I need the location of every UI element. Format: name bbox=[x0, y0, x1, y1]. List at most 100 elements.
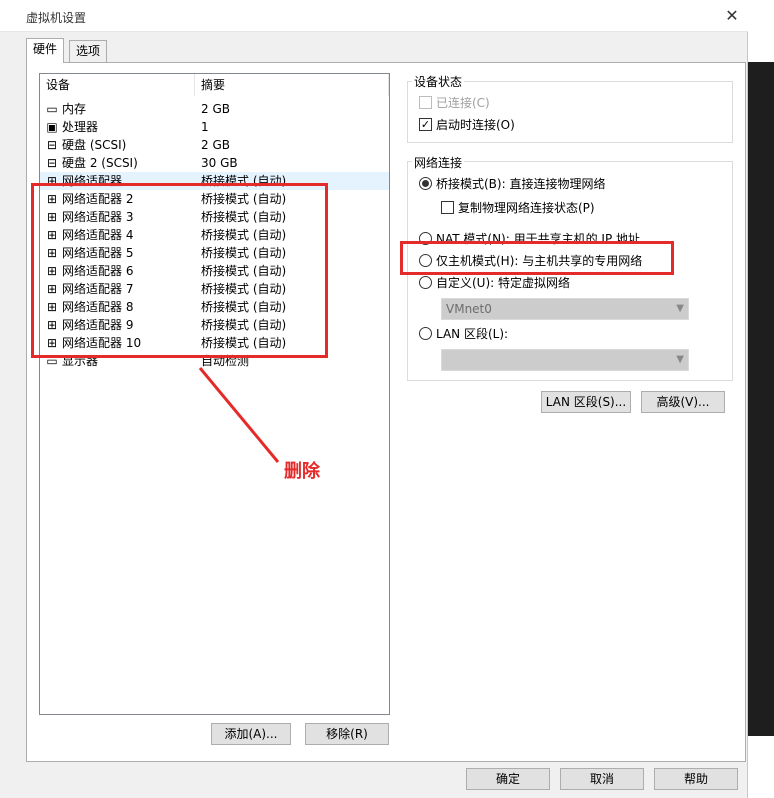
device-row[interactable]: ⊟ 硬盘 (SCSI) 2 GB bbox=[40, 136, 389, 154]
network-adapter-icon: ⊞ bbox=[46, 318, 58, 332]
background-window bbox=[748, 62, 774, 736]
custom-radio[interactable]: 自定义(U): 特定虚拟网络 bbox=[419, 273, 570, 291]
remove-button[interactable]: 移除(R) bbox=[305, 723, 389, 745]
device-row[interactable]: ▭ 内存 2 GB bbox=[40, 100, 389, 118]
replicate-state-label: 复制物理网络连接状态(P) bbox=[458, 200, 595, 215]
network-adapter-icon: ⊞ bbox=[46, 174, 58, 188]
column-header-summary[interactable]: 摘要 bbox=[195, 74, 389, 96]
network-adapter-icon: ⊞ bbox=[46, 264, 58, 278]
device-name-cell: ▭ 显示器 bbox=[44, 352, 98, 370]
radio-icon bbox=[419, 253, 432, 267]
device-summary: 桥接模式 (自动) bbox=[201, 336, 287, 350]
device-summary: 桥接模式 (自动) bbox=[201, 210, 287, 224]
nat-label: NAT 模式(N): 用于共享主机的 IP 地址 bbox=[436, 231, 641, 246]
device-row[interactable]: ⊞ 网络适配器 桥接模式 (自动) bbox=[40, 172, 389, 190]
lan-segment-select[interactable]: ▼ bbox=[441, 349, 689, 371]
column-header-device[interactable]: 设备 bbox=[40, 74, 195, 96]
close-icon[interactable]: ✕ bbox=[724, 8, 740, 24]
device-summary: 桥接模式 (自动) bbox=[201, 264, 287, 278]
device-row[interactable]: ⊞ 网络适配器 2 桥接模式 (自动) bbox=[40, 190, 389, 208]
device-name: 网络适配器 8 bbox=[62, 300, 134, 314]
window-title: 虚拟机设置 bbox=[26, 11, 87, 25]
hard-disk-icon: ⊟ bbox=[46, 138, 58, 152]
ok-button[interactable]: 确定 bbox=[466, 768, 550, 790]
checkmark-icon: ✓ bbox=[419, 117, 432, 131]
memory-icon: ▭ bbox=[46, 102, 58, 116]
advanced-button[interactable]: 高级(V)... bbox=[641, 391, 725, 413]
tab-hardware[interactable]: 硬件 bbox=[26, 38, 65, 63]
network-connection-group bbox=[407, 161, 733, 381]
chevron-down-icon: ▼ bbox=[676, 354, 684, 365]
device-row[interactable]: ▭ 显示器 自动检测 bbox=[40, 352, 389, 370]
vm-settings-dialog: 虚拟机设置 ✕ 硬件 选项 设备 摘要 ▭ 内存 2 GB ▣ 处理器 1 ⊟ 硬盘 (SCS… bbox=[0, 0, 748, 798]
device-summary: 30 GB bbox=[201, 156, 238, 170]
nat-radio[interactable]: NAT 模式(N): 用于共享主机的 IP 地址 bbox=[419, 229, 640, 247]
device-summary: 桥接模式 (自动) bbox=[201, 174, 287, 188]
radio-icon bbox=[419, 275, 432, 289]
device-summary: 桥接模式 (自动) bbox=[201, 318, 287, 332]
lan-segments-button[interactable]: LAN 区段(S)... bbox=[541, 391, 631, 413]
device-summary: 1 bbox=[201, 120, 209, 134]
device-name: 网络适配器 7 bbox=[62, 282, 134, 296]
lan-segment-label: LAN 区段(L): bbox=[436, 326, 509, 341]
device-name: 网络适配器 3 bbox=[62, 210, 134, 224]
device-list[interactable]: 设备 摘要 ▭ 内存 2 GB ▣ 处理器 1 ⊟ 硬盘 (SCSI) 2 GB ⊟ 硬盘 2 (S… bbox=[39, 73, 390, 715]
device-status-title: 设备状态 bbox=[412, 73, 465, 90]
device-summary: 2 GB bbox=[201, 102, 230, 116]
device-row[interactable]: ⊞ 网络适配器 10 桥接模式 (自动) bbox=[40, 334, 389, 352]
device-name: 网络适配器 9 bbox=[62, 318, 134, 332]
device-status-group bbox=[407, 81, 733, 143]
network-adapter-icon: ⊞ bbox=[46, 192, 58, 206]
device-row[interactable]: ⊟ 硬盘 2 (SCSI) 30 GB bbox=[40, 154, 389, 172]
device-row[interactable]: ⊞ 网络适配器 6 桥接模式 (自动) bbox=[40, 262, 389, 280]
device-name-cell: ⊟ 硬盘 (SCSI) bbox=[44, 136, 126, 154]
connect-at-power-on-label: 启动时连接(O) bbox=[436, 117, 515, 132]
host-only-radio[interactable]: 仅主机模式(H): 与主机共享的专用网络 bbox=[419, 251, 642, 269]
lan-segment-radio[interactable]: LAN 区段(L): bbox=[419, 324, 508, 342]
device-row[interactable]: ⊞ 网络适配器 9 桥接模式 (自动) bbox=[40, 316, 389, 334]
device-row[interactable]: ▣ 处理器 1 bbox=[40, 118, 389, 136]
device-row[interactable]: ⊞ 网络适配器 5 桥接模式 (自动) bbox=[40, 244, 389, 262]
replicate-state-checkbox[interactable]: 复制物理网络连接状态(P) bbox=[441, 198, 595, 216]
device-name-cell: ⊞ 网络适配器 9 bbox=[44, 316, 133, 334]
device-name: 网络适配器 4 bbox=[62, 228, 134, 242]
network-adapter-icon: ⊞ bbox=[46, 210, 58, 224]
device-name: 网络适配器 10 bbox=[62, 336, 142, 350]
device-name-cell: ⊞ 网络适配器 bbox=[44, 172, 122, 190]
device-summary: 桥接模式 (自动) bbox=[201, 192, 287, 206]
device-name: 显示器 bbox=[62, 354, 99, 368]
radio-icon bbox=[419, 326, 432, 340]
device-name: 网络适配器 6 bbox=[62, 264, 134, 278]
connect-at-power-on-checkbox[interactable]: ✓ 启动时连接(O) bbox=[419, 115, 515, 133]
device-summary: 自动检测 bbox=[201, 354, 250, 368]
device-row[interactable]: ⊞ 网络适配器 4 桥接模式 (自动) bbox=[40, 226, 389, 244]
device-row[interactable]: ⊞ 网络适配器 3 桥接模式 (自动) bbox=[40, 208, 389, 226]
device-name-cell: ⊞ 网络适配器 5 bbox=[44, 244, 133, 262]
cancel-button[interactable]: 取消 bbox=[560, 768, 644, 790]
device-name: 内存 bbox=[62, 102, 87, 116]
network-adapter-icon: ⊞ bbox=[46, 300, 58, 314]
device-name-cell: ⊞ 网络适配器 3 bbox=[44, 208, 133, 226]
device-name-cell: ▭ 内存 bbox=[44, 100, 86, 118]
device-name-cell: ⊞ 网络适配器 6 bbox=[44, 262, 133, 280]
display-icon: ▭ bbox=[46, 354, 58, 368]
host-only-label: 仅主机模式(H): 与主机共享的专用网络 bbox=[436, 253, 643, 268]
custom-network-select[interactable]: VMnet0 ▼ bbox=[441, 298, 689, 320]
device-row[interactable]: ⊞ 网络适配器 7 桥接模式 (自动) bbox=[40, 280, 389, 298]
tab-options[interactable]: 选项 bbox=[69, 40, 108, 62]
device-summary: 桥接模式 (自动) bbox=[201, 228, 287, 242]
processor-icon: ▣ bbox=[46, 120, 58, 134]
device-row[interactable]: ⊞ 网络适配器 8 桥接模式 (自动) bbox=[40, 298, 389, 316]
device-name: 网络适配器 2 bbox=[62, 192, 134, 206]
bridged-radio[interactable]: 桥接模式(B): 直接连接物理网络 bbox=[419, 174, 605, 192]
network-adapter-icon: ⊞ bbox=[46, 336, 58, 350]
network-connection-title: 网络连接 bbox=[412, 154, 465, 171]
device-name-cell: ⊞ 网络适配器 8 bbox=[44, 298, 133, 316]
add-button[interactable]: 添加(A)... bbox=[211, 723, 291, 745]
help-button[interactable]: 帮助 bbox=[654, 768, 738, 790]
radio-selected-icon bbox=[419, 176, 432, 190]
device-summary: 桥接模式 (自动) bbox=[201, 300, 287, 314]
device-name: 网络适配器 5 bbox=[62, 246, 134, 260]
device-name-cell: ▣ 处理器 bbox=[44, 118, 98, 136]
network-adapter-icon: ⊞ bbox=[46, 228, 58, 242]
